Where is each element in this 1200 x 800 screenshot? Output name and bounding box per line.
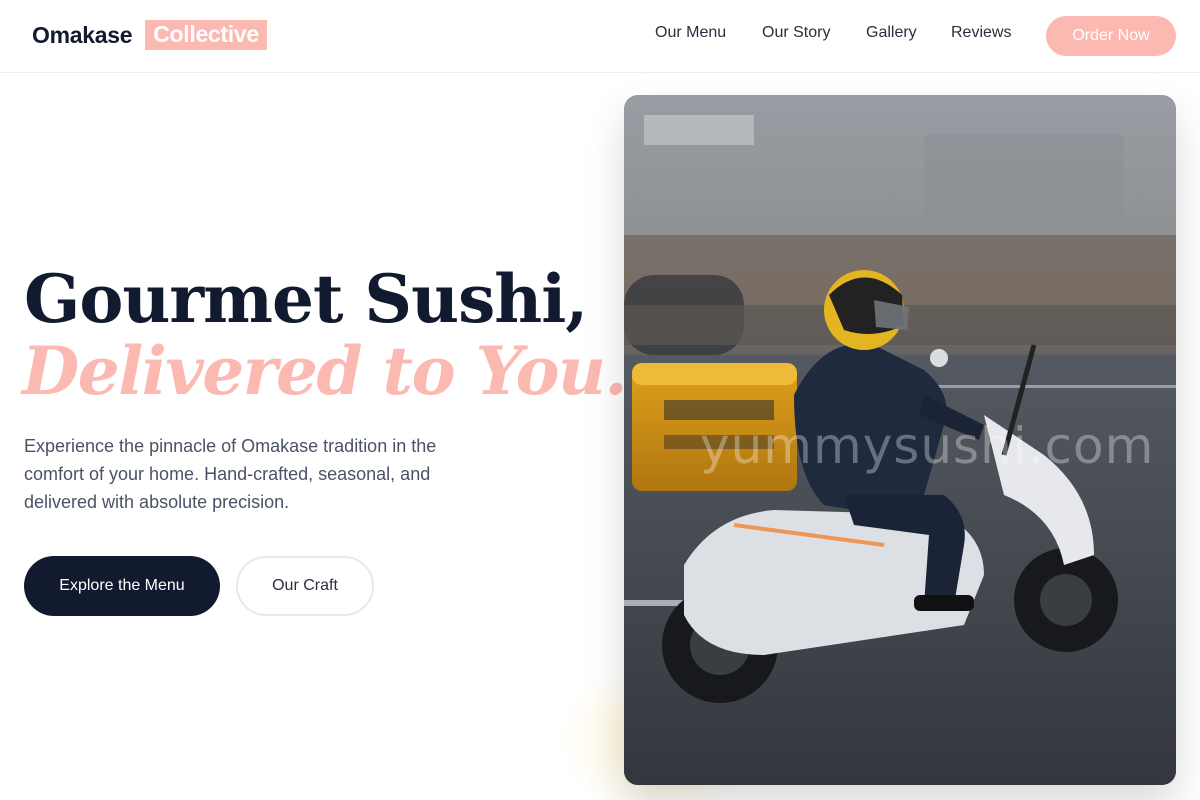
- order-now-button[interactable]: Order Now: [1046, 16, 1176, 56]
- image-watermark: yummysushi.com: [700, 417, 1155, 475]
- hero-title: Gourmet Sushi,: [24, 260, 588, 338]
- hero-description: Experience the pinnacle of Omakase tradi…: [24, 436, 437, 512]
- nav-links: Our Menu Our Story Gallery Reviews: [0, 24, 1200, 48]
- nav-link-reviews[interactable]: Reviews: [951, 24, 1011, 42]
- hero-image: yummysushi.com: [624, 95, 1176, 785]
- our-craft-button[interactable]: Our Craft: [236, 556, 374, 616]
- nav-link-our-story[interactable]: Our Story: [762, 24, 830, 42]
- nav-link-our-menu[interactable]: Our Menu: [655, 24, 726, 42]
- hero-title-accent: Delivered to You.: [22, 332, 627, 410]
- navbar: Omakase Collective Our Menu Our Story Ga…: [0, 0, 1200, 73]
- explore-menu-button[interactable]: Explore the Menu: [24, 556, 220, 616]
- nav-link-gallery[interactable]: Gallery: [866, 24, 917, 42]
